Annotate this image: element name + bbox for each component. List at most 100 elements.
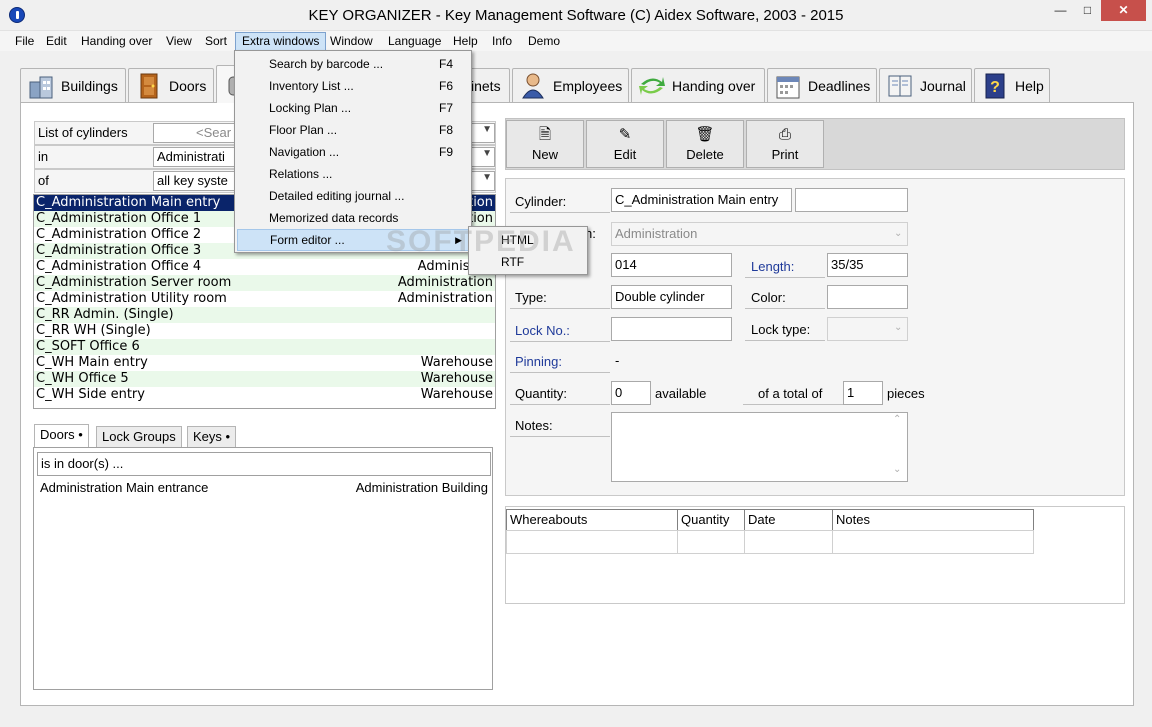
- type-field[interactable]: Double cylinder: [611, 285, 732, 309]
- list-item[interactable]: C_RR Admin. (Single): [34, 307, 495, 323]
- scroll-down-icon[interactable]: ⌄: [893, 464, 901, 475]
- menu-edit[interactable]: Edit: [40, 32, 73, 51]
- watermark: SOFTPEDIA: [386, 225, 576, 258]
- list-item[interactable]: C_RR WH (Single): [34, 323, 495, 339]
- grid-header-notes[interactable]: Notes: [832, 509, 1034, 531]
- divider: [745, 308, 825, 309]
- maximize-button[interactable]: □: [1074, 0, 1101, 21]
- list-item[interactable]: C_WH Main entry Warehouse: [34, 355, 495, 371]
- menu-item-floor-plan[interactable]: Floor Plan ... F8: [237, 119, 469, 141]
- edit-button[interactable]: ✎ Edit: [586, 120, 664, 168]
- quantity-field[interactable]: 0: [611, 381, 651, 405]
- grid-cell[interactable]: [744, 530, 833, 554]
- menu-info[interactable]: Info: [486, 32, 518, 51]
- location-select[interactable]: Administration: [611, 222, 908, 246]
- tab-label: Deadlines: [808, 77, 871, 94]
- cylinder-area: Administration: [397, 291, 493, 306]
- tab-buildings[interactable]: Buildings: [20, 68, 126, 102]
- cylinder-field[interactable]: C_Administration Main entry: [611, 188, 792, 212]
- minimize-button[interactable]: —: [1047, 0, 1074, 21]
- menu-help[interactable]: Help: [447, 32, 484, 51]
- divider: [745, 340, 825, 341]
- employee-icon: [519, 72, 547, 100]
- tab-employees[interactable]: Employees: [512, 68, 629, 102]
- tab-label: Handing over: [672, 77, 756, 94]
- length-label[interactable]: Length:: [751, 259, 794, 274]
- grid-header-date[interactable]: Date: [744, 509, 833, 531]
- cylinder-area: Administration: [397, 275, 493, 290]
- cylinder-extra-field[interactable]: [795, 188, 908, 212]
- chevron-down-icon[interactable]: ▼: [482, 148, 492, 159]
- grid-header-quantity[interactable]: Quantity: [677, 509, 745, 531]
- grid-cell[interactable]: [677, 530, 745, 554]
- tab-journal[interactable]: Journal: [879, 68, 972, 102]
- menu-item-locking-plan[interactable]: Locking Plan ... F7: [237, 97, 469, 119]
- cylinder-name: C_Administration Office 3: [36, 243, 202, 258]
- menu-item-search-barcode[interactable]: Search by barcode ... F4: [237, 53, 469, 75]
- menu-shortcut: F9: [439, 145, 454, 159]
- handing-over-icon: [638, 72, 666, 100]
- available-label: available: [655, 386, 707, 401]
- tab-handing-over[interactable]: Handing over: [631, 68, 765, 102]
- grid-header-whereabouts[interactable]: Whereabouts: [506, 509, 678, 531]
- cylinder-name: C_WH Main entry: [36, 355, 148, 370]
- cylinder-name: C_Administration Utility room: [36, 291, 227, 306]
- cylinder-area: Warehouse: [420, 371, 493, 386]
- color-field[interactable]: [827, 285, 908, 309]
- grid-cell[interactable]: [832, 530, 1034, 554]
- menu-item-label: Inventory List ...: [269, 79, 354, 93]
- menu-item-label: Memorized data records: [269, 211, 399, 225]
- menu-handing-over[interactable]: Handing over: [75, 32, 158, 51]
- pinning-label[interactable]: Pinning:: [515, 354, 562, 369]
- grid-cell[interactable]: [506, 530, 678, 554]
- subtab-doors[interactable]: Doors •: [34, 424, 89, 448]
- subtab-keys[interactable]: Keys •: [187, 426, 237, 448]
- menu-view[interactable]: View: [160, 32, 198, 51]
- tab-help[interactable]: ? Help: [974, 68, 1050, 102]
- list-item[interactable]: C_WH Side entry Warehouse: [34, 387, 495, 403]
- notes-field[interactable]: [611, 412, 908, 482]
- tab-doors[interactable]: Doors: [128, 68, 214, 102]
- menu-language[interactable]: Language: [382, 32, 447, 51]
- tab-label: Help: [1015, 77, 1044, 94]
- menu-item-label: Search by barcode ...: [269, 57, 384, 71]
- total-field[interactable]: 1: [843, 381, 883, 405]
- edit-label: Edit: [613, 147, 637, 162]
- color-label: Color:: [751, 290, 786, 305]
- subtab-lock-groups[interactable]: Lock Groups: [96, 426, 182, 448]
- lock-no-field[interactable]: [611, 317, 732, 341]
- menu-extra-windows[interactable]: Extra windows: [235, 32, 327, 51]
- list-item[interactable]: C_WH Office 5 Warehouse: [34, 371, 495, 387]
- list-item[interactable]: C_SOFT Office 6: [34, 339, 495, 355]
- menu-item-label: Locking Plan ...: [269, 101, 352, 115]
- divider: [510, 212, 610, 213]
- lock-no-label[interactable]: Lock No.:: [515, 323, 570, 338]
- menu-window[interactable]: Window: [324, 32, 379, 51]
- new-button[interactable]: 🗎 New: [506, 120, 584, 168]
- menu-item-detailed-journal[interactable]: Detailed editing journal ...: [237, 185, 469, 207]
- chevron-down-icon: ⌄: [894, 228, 903, 239]
- chevron-down-icon[interactable]: ▼: [482, 124, 492, 135]
- close-button[interactable]: ✕: [1101, 0, 1146, 21]
- chevron-down-icon[interactable]: ▼: [482, 172, 492, 183]
- length-field[interactable]: 35/35: [827, 253, 908, 277]
- list-item[interactable]: C_Administration Server room Administrati…: [34, 275, 495, 291]
- menu-item-relations[interactable]: Relations ...: [237, 163, 469, 185]
- menu-sort[interactable]: Sort: [199, 32, 233, 51]
- number-field[interactable]: 014: [611, 253, 732, 277]
- menu-item-inventory-list[interactable]: Inventory List ... F6: [237, 75, 469, 97]
- tab-deadlines[interactable]: Deadlines: [767, 68, 877, 102]
- door-building[interactable]: Administration Building: [356, 480, 488, 495]
- delete-button[interactable]: 🗑 Delete: [666, 120, 744, 168]
- menu-item-navigation[interactable]: Navigation ... F9: [237, 141, 469, 163]
- scroll-up-icon[interactable]: ⌃: [893, 414, 901, 425]
- list-item[interactable]: C_Administration Office 4 Administrat: [34, 259, 495, 275]
- door-name[interactable]: Administration Main entrance: [40, 480, 208, 495]
- menu-demo[interactable]: Demo: [522, 32, 566, 51]
- in-label: in: [38, 149, 49, 164]
- divider: [510, 341, 610, 342]
- cylinder-name: C_Administration Office 2: [36, 227, 202, 242]
- menu-file[interactable]: File: [9, 32, 40, 51]
- list-item[interactable]: C_Administration Utility room Administrat…: [34, 291, 495, 307]
- print-button[interactable]: ⎙ Print: [746, 120, 824, 168]
